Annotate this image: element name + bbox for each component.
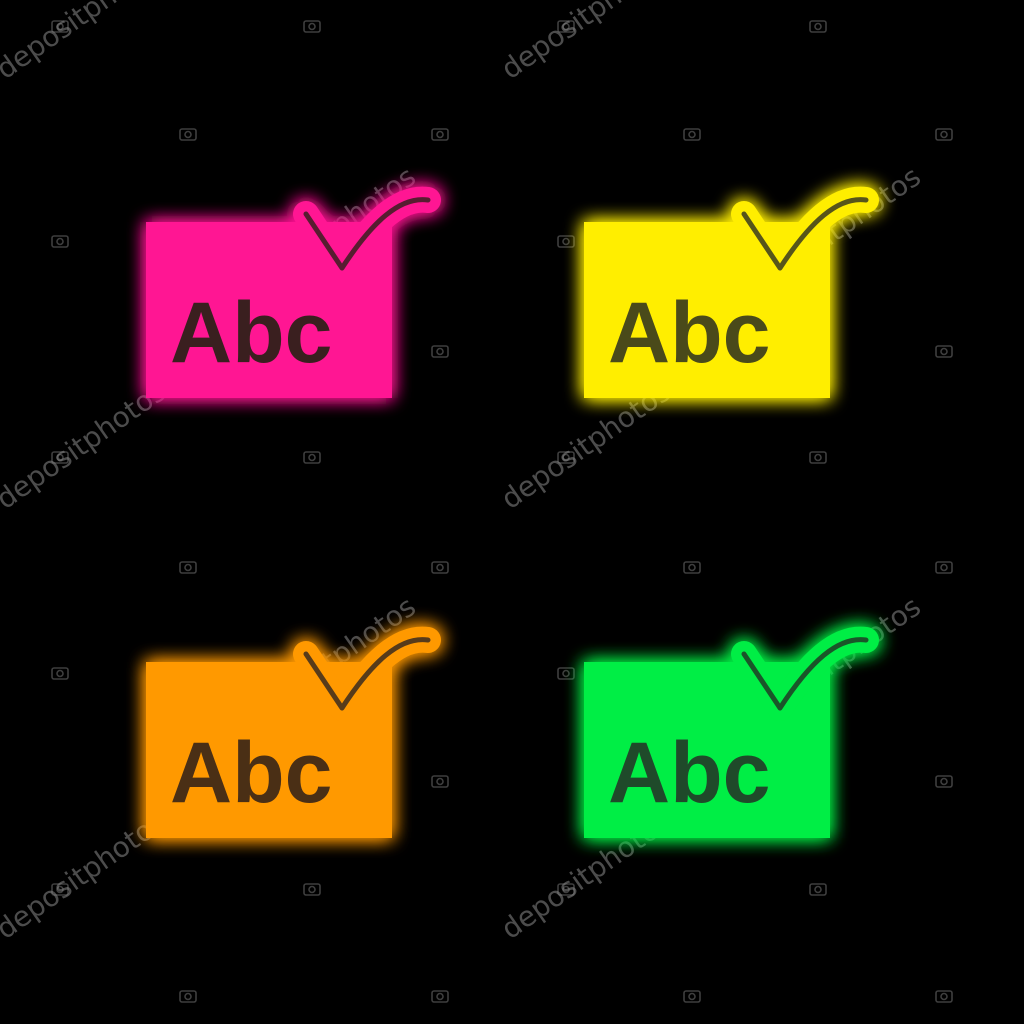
camera-icon <box>431 561 449 574</box>
camera-icon <box>51 451 69 464</box>
camera-icon <box>557 20 575 33</box>
camera-icon <box>431 128 449 141</box>
camera-icon <box>51 667 69 680</box>
camera-icon <box>431 990 449 1003</box>
abc-label: Abc <box>170 285 332 381</box>
abc-label: Abc <box>608 285 770 381</box>
abc-check-icon-yellow: Abc <box>584 186 879 398</box>
camera-icon <box>809 451 827 464</box>
camera-icon <box>935 345 953 358</box>
camera-icon <box>935 775 953 788</box>
camera-icon <box>303 883 321 896</box>
abc-check-icon-green: Abc <box>584 626 879 838</box>
camera-icon <box>935 561 953 574</box>
camera-icon <box>51 235 69 248</box>
camera-icon <box>809 883 827 896</box>
camera-icon <box>303 451 321 464</box>
abc-check-icon-pink: Abc <box>146 186 441 398</box>
camera-icon <box>51 20 69 33</box>
camera-icon <box>557 883 575 896</box>
canvas: depositphotos depositphotos depositphoto… <box>0 0 1024 1024</box>
camera-icon <box>935 990 953 1003</box>
camera-icon <box>303 20 321 33</box>
abc-check-icon-orange: Abc <box>146 626 441 838</box>
camera-icon <box>557 451 575 464</box>
watermark-text: depositphotos <box>0 0 172 86</box>
abc-label: Abc <box>608 725 770 821</box>
abc-label: Abc <box>170 725 332 821</box>
camera-icon <box>683 561 701 574</box>
camera-icon <box>683 128 701 141</box>
camera-icon <box>935 128 953 141</box>
camera-icon <box>51 883 69 896</box>
camera-icon <box>179 561 197 574</box>
camera-icon <box>179 990 197 1003</box>
camera-icon <box>809 20 827 33</box>
watermark-text: depositphotos <box>495 0 677 86</box>
camera-icon <box>179 128 197 141</box>
camera-icon <box>683 990 701 1003</box>
